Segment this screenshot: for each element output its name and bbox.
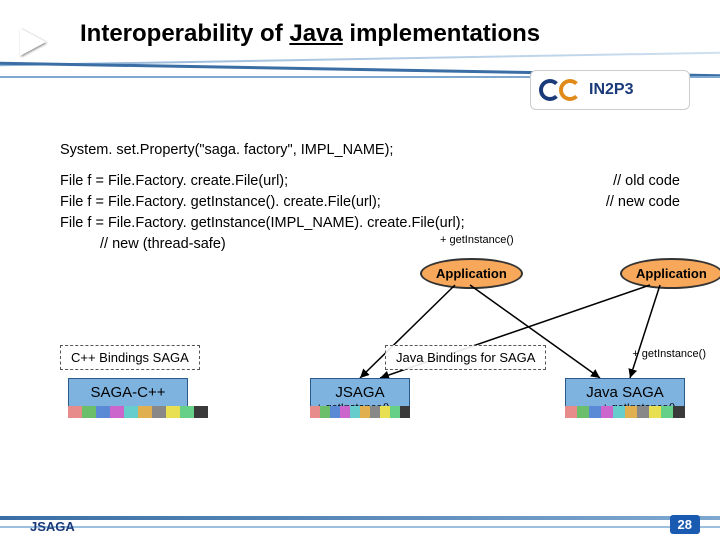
page-number: 28: [670, 515, 700, 534]
logo-text: IN2P3: [589, 81, 633, 99]
saga-cpp-box: SAGA-C++: [68, 378, 188, 407]
title-underlined: Java: [289, 20, 342, 47]
java-bindings-box: Java Bindings for SAGA: [385, 345, 546, 370]
code-line-2: File f = File.Factory. create.File(url);…: [60, 171, 680, 192]
slide-title: Interoperability of Java implementations: [80, 20, 720, 48]
slide-footer: JSAGA 28: [0, 490, 720, 540]
title-pre: Interoperability of: [80, 20, 289, 47]
code-line-3: File f = File.Factory. getInstance(). cr…: [60, 192, 680, 213]
footer-label: JSAGA: [30, 519, 75, 534]
slide-bullet-arrow: [20, 28, 46, 56]
cpp-bindings-box: C++ Bindings SAGA: [60, 345, 200, 370]
adaptor-palette: [310, 406, 410, 418]
get-instance-label: + getInstance(): [632, 348, 706, 360]
get-instance-label: + getInstance(): [440, 234, 514, 246]
adaptor-palette: [68, 406, 208, 418]
architecture-diagram: + getInstance() Application Application …: [40, 230, 700, 460]
title-post: implementations: [343, 20, 540, 47]
code-line-1: System. set.Property("saga. factory", IM…: [60, 140, 680, 161]
application-node: Application: [420, 258, 523, 289]
ccin2p3-logo: IN2P3: [530, 70, 690, 110]
adaptor-palette: [565, 406, 685, 418]
application-node: Application: [620, 258, 720, 289]
